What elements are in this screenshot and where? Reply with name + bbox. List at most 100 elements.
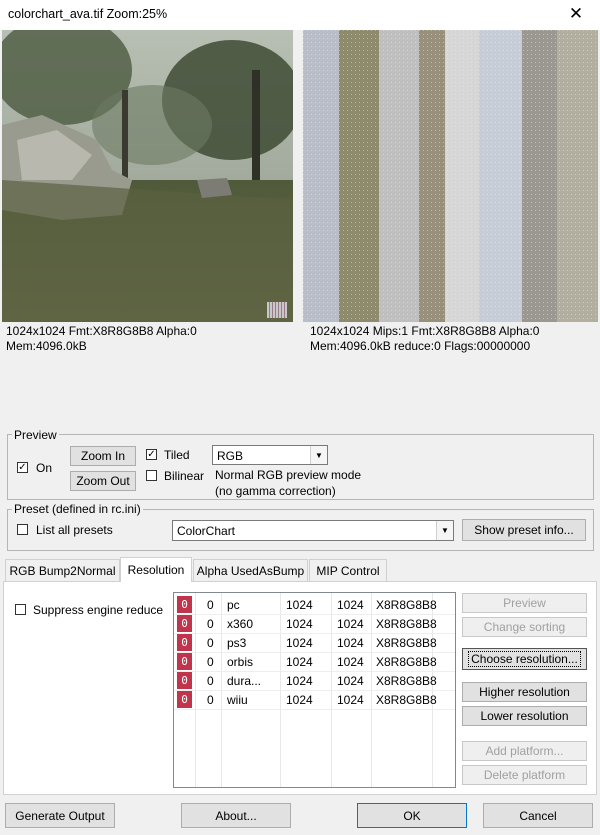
output-image-preview xyxy=(303,30,598,322)
format-cell: X8R8G8B8 xyxy=(376,674,437,688)
preset-group-title: Preset (defined in rc.ini) xyxy=(12,502,143,516)
format-cell: X8R8G8B8 xyxy=(376,617,437,631)
chevron-down-icon[interactable]: ▼ xyxy=(310,446,327,464)
about-label: About... xyxy=(215,808,257,823)
table-row[interactable]: 0 0 x360 1024 1024 X8R8G8B8 xyxy=(174,614,455,634)
tab-label: RGB Bump2Normal xyxy=(9,563,116,578)
preview-platform-label: Preview xyxy=(503,596,546,610)
reduce-cell: 0 xyxy=(207,598,214,612)
reduce-cell: 0 xyxy=(207,636,214,650)
list-all-presets-label: List all presets xyxy=(36,523,113,537)
generate-output-button[interactable]: Generate Output xyxy=(5,803,115,828)
table-row[interactable]: 0 0 pc 1024 1024 X8R8G8B8 xyxy=(174,595,455,615)
width-cell: 1024 xyxy=(286,598,313,612)
platform-cell: wiiu xyxy=(227,693,248,707)
reduce-cell: 0 xyxy=(207,655,214,669)
height-cell: 1024 xyxy=(337,617,364,631)
bilinear-label: Bilinear xyxy=(164,469,205,483)
reduce-icon: 0 xyxy=(177,672,192,689)
tab-label: Alpha UsedAsBump xyxy=(196,563,305,578)
add-platform-button[interactable]: Add platform... xyxy=(462,741,587,761)
table-row[interactable]: 0 0 orbis 1024 1024 X8R8G8B8 xyxy=(174,652,455,672)
cancel-label: Cancel xyxy=(519,808,557,823)
bilinear-checkbox[interactable] xyxy=(146,470,157,481)
choose-resolution-label: Choose resolution... xyxy=(468,651,581,667)
width-cell: 1024 xyxy=(286,617,313,631)
reduce-cell: 0 xyxy=(207,617,214,631)
cancel-button[interactable]: Cancel xyxy=(483,803,593,828)
output-info-line1: 1024x1024 Mips:1 Fmt:X8R8G8B8 Alpha:0 xyxy=(310,324,540,338)
higher-resolution-label: Higher resolution xyxy=(479,685,570,699)
format-cell: X8R8G8B8 xyxy=(376,655,437,669)
ok-button[interactable]: OK xyxy=(357,803,467,828)
zoom-out-label: Zoom Out xyxy=(76,474,130,488)
close-icon[interactable]: ✕ xyxy=(566,4,586,24)
tab-rgb-bump2normal[interactable]: RGB Bump2Normal xyxy=(5,559,120,581)
table-row[interactable]: 0 0 wiiu 1024 1024 X8R8G8B8 xyxy=(174,690,455,710)
width-cell: 1024 xyxy=(286,674,313,688)
tab-label: MIP Control xyxy=(316,563,380,578)
tab-label: Resolution xyxy=(127,563,185,577)
format-cell: X8R8G8B8 xyxy=(376,636,437,650)
preview-platform-button[interactable]: Preview xyxy=(462,593,587,613)
choose-resolution-button[interactable]: Choose resolution... xyxy=(462,648,587,670)
table-row[interactable]: 0 0 dura... 1024 1024 X8R8G8B8 xyxy=(174,671,455,691)
zoom-in-label: Zoom In xyxy=(80,449,125,463)
source-info-line1: 1024x1024 Fmt:X8R8G8B8 Alpha:0 xyxy=(6,324,197,338)
reduce-icon: 0 xyxy=(177,653,192,670)
title-bar: colorchart_ava.tif Zoom:25% ✕ xyxy=(0,0,600,30)
preview-mode-select[interactable]: RGB ▼ xyxy=(212,445,328,465)
height-cell: 1024 xyxy=(337,636,364,650)
preview-mode-desc2: (no gamma correction) xyxy=(215,484,336,498)
preview-mode-desc1: Normal RGB preview mode xyxy=(215,468,362,482)
source-image-info: 1024x1024 Fmt:X8R8G8B8 Alpha:0 Mem:4096.… xyxy=(6,324,197,354)
height-cell: 1024 xyxy=(337,655,364,669)
suppress-engine-reduce-checkbox[interactable] xyxy=(15,604,26,615)
higher-resolution-button[interactable]: Higher resolution xyxy=(462,682,587,702)
reduce-icon: 0 xyxy=(177,615,192,632)
on-checkbox[interactable]: ✓ xyxy=(17,462,28,473)
source-info-line2: Mem:4096.0kB xyxy=(6,339,87,353)
change-sorting-button[interactable]: Change sorting xyxy=(462,617,587,637)
preset-select[interactable]: ColorChart ▼ xyxy=(172,520,454,541)
list-all-presets-checkbox[interactable] xyxy=(17,524,28,535)
delete-platform-button[interactable]: Delete platform xyxy=(462,765,587,785)
height-cell: 1024 xyxy=(337,693,364,707)
tab-mip-control[interactable]: MIP Control xyxy=(309,559,387,581)
on-label: On xyxy=(36,461,53,475)
generate-output-label: Generate Output xyxy=(15,808,105,823)
table-row[interactable]: 0 0 ps3 1024 1024 X8R8G8B8 xyxy=(174,633,455,653)
suppress-engine-reduce-label: Suppress engine reduce xyxy=(33,603,164,617)
reduce-cell: 0 xyxy=(207,674,214,688)
output-image-info: 1024x1024 Mips:1 Fmt:X8R8G8B8 Alpha:0 Me… xyxy=(310,324,539,354)
change-sorting-label: Change sorting xyxy=(483,620,566,634)
format-cell: X8R8G8B8 xyxy=(376,598,437,612)
platform-cell: pc xyxy=(227,598,240,612)
preview-mode-value: RGB xyxy=(217,449,244,463)
about-button[interactable]: About... xyxy=(181,803,291,828)
preview-group-title: Preview xyxy=(12,428,59,442)
reduce-icon: 0 xyxy=(177,596,192,613)
tiled-checkbox[interactable]: ✓ xyxy=(146,449,157,460)
reduce-icon: 0 xyxy=(177,634,192,651)
source-image-preview xyxy=(2,30,293,322)
reduce-icon: 0 xyxy=(177,691,192,708)
chevron-down-icon[interactable]: ▼ xyxy=(436,521,453,540)
lower-resolution-button[interactable]: Lower resolution xyxy=(462,706,587,726)
zoom-out-button[interactable]: Zoom Out xyxy=(70,471,136,491)
platform-cell: ps3 xyxy=(227,636,247,650)
add-platform-label: Add platform... xyxy=(485,744,564,758)
platform-cell: dura... xyxy=(227,674,262,688)
preset-value: ColorChart xyxy=(177,524,236,538)
width-cell: 1024 xyxy=(286,693,313,707)
window-title: colorchart_ava.tif Zoom:25% xyxy=(8,7,168,21)
zoom-in-button[interactable]: Zoom In xyxy=(70,446,136,466)
tab-resolution[interactable]: Resolution xyxy=(120,557,192,582)
tiled-label: Tiled xyxy=(164,448,190,462)
show-preset-info-button[interactable]: Show preset info... xyxy=(462,519,586,541)
tab-alpha-usedasbump[interactable]: Alpha UsedAsBump xyxy=(193,559,308,581)
height-cell: 1024 xyxy=(337,674,364,688)
format-cell: X8R8G8B8 xyxy=(376,693,437,707)
delete-platform-label: Delete platform xyxy=(483,768,566,782)
platform-list[interactable]: 0 0 pc 1024 1024 X8R8G8B8 0 0 x360 1024 … xyxy=(173,592,456,788)
